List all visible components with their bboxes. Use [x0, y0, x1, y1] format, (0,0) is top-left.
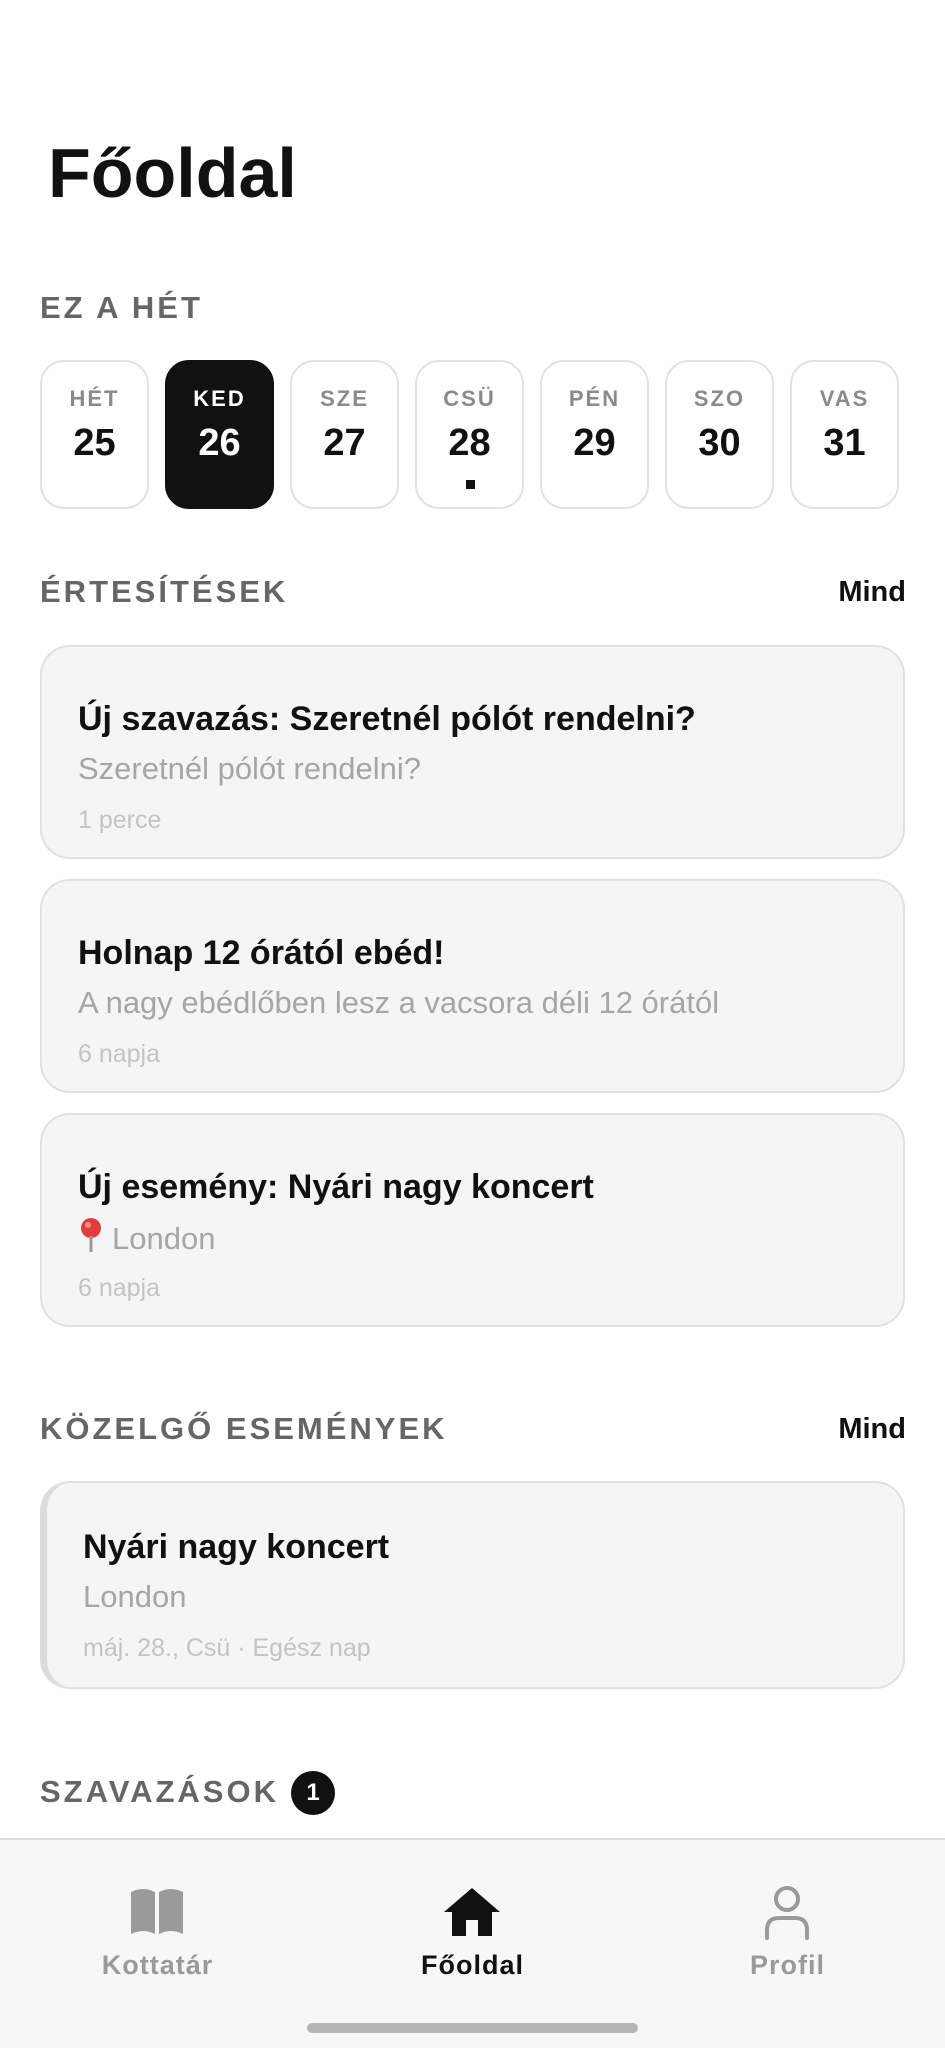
notification-title: Holnap 12 órától ebéd!: [78, 934, 445, 972]
notification-card[interactable]: Holnap 12 órától ebéd! A nagy ebédlőben …: [40, 879, 905, 1093]
day-name: SZO: [693, 386, 746, 411]
event-title: Nyári nagy koncert: [83, 1528, 390, 1566]
day-number: 30: [698, 422, 741, 464]
tab-fooldal[interactable]: Főoldal: [315, 1840, 630, 1990]
notification-body: Szeretnél pólót rendelni?: [78, 751, 421, 786]
event-location: London: [83, 1579, 187, 1614]
notification-location: London: [112, 1221, 216, 1256]
notifications-all-link[interactable]: Mind: [838, 572, 906, 612]
notifications-section-title: ÉRTESÍTÉSEK: [40, 574, 289, 609]
week-strip: HÉT 25 KED 26 SZE 27 CSÜ 28 PÉN 29 SZO 3…: [40, 360, 899, 509]
event-indicator-dot: [465, 480, 475, 489]
home-icon: [444, 1888, 500, 1936]
day-cell-tue-selected[interactable]: KED 26: [165, 360, 274, 509]
notification-time: 6 napja: [78, 1040, 161, 1068]
tab-label: Főoldal: [421, 1950, 524, 1980]
day-name: SZE: [320, 386, 369, 411]
book-icon: [131, 1889, 183, 1934]
notification-title: Új szavazás: Szeretnél pólót rendelni?: [78, 700, 696, 738]
day-cell-sat[interactable]: SZO 30: [665, 360, 774, 509]
user-icon: [765, 1886, 809, 1940]
day-number: 25: [73, 422, 116, 464]
day-name: KED: [193, 386, 246, 411]
tab-kottatar[interactable]: Kottatár: [0, 1840, 315, 1990]
bottom-tab-bar: Kottatár Főoldal Profil: [0, 1838, 945, 2048]
tab-label: Kottatár: [101, 1950, 214, 1980]
event-date: máj. 28., Csü · Egész nap: [83, 1634, 371, 1662]
day-number: 28: [448, 422, 491, 464]
day-number: 31: [823, 422, 866, 464]
day-name: PÉN: [568, 386, 621, 411]
notification-body: A nagy ebédlőben lesz a vacsora déli 12 …: [78, 985, 720, 1020]
tab-profil[interactable]: Profil: [630, 1840, 945, 1990]
notification-time: 1 perce: [78, 806, 162, 834]
notification-time: 6 napja: [78, 1274, 161, 1302]
day-name: HÉT: [69, 386, 120, 411]
notification-card[interactable]: Új esemény: Nyári nagy koncert London 6 …: [40, 1113, 905, 1327]
notification-card[interactable]: Új szavazás: Szeretnél pólót rendelni? S…: [40, 645, 905, 859]
tab-label: Profil: [749, 1950, 825, 1980]
day-number: 26: [198, 422, 241, 464]
day-cell-thu[interactable]: CSÜ 28: [415, 360, 524, 509]
page-title: Főoldal: [48, 134, 297, 212]
week-section-title: EZ A HÉT: [40, 290, 203, 325]
day-name: CSÜ: [443, 386, 496, 411]
notification-title: Új esemény: Nyári nagy koncert: [78, 1168, 594, 1206]
upcoming-all-link[interactable]: Mind: [838, 1409, 906, 1449]
day-cell-sun[interactable]: VAS 31: [790, 360, 899, 509]
day-name: VAS: [819, 386, 870, 411]
pin-icon: [81, 1218, 101, 1252]
home-indicator[interactable]: [307, 2023, 638, 2033]
upcoming-section-title: KÖZELGŐ ESEMÉNYEK: [40, 1411, 448, 1446]
polls-section-title: SZAVAZÁSOK: [40, 1774, 279, 1809]
day-number: 27: [323, 422, 366, 464]
day-cell-wed[interactable]: SZE 27: [290, 360, 399, 509]
day-number: 29: [573, 422, 616, 464]
day-cell-mon[interactable]: HÉT 25: [40, 360, 149, 509]
notification-body-location: London: [78, 1217, 215, 1259]
day-cell-fri[interactable]: PÉN 29: [540, 360, 649, 509]
polls-count-badge: 1: [291, 1771, 335, 1815]
upcoming-event-card[interactable]: Nyári nagy koncert London máj. 28., Csü …: [40, 1481, 905, 1689]
